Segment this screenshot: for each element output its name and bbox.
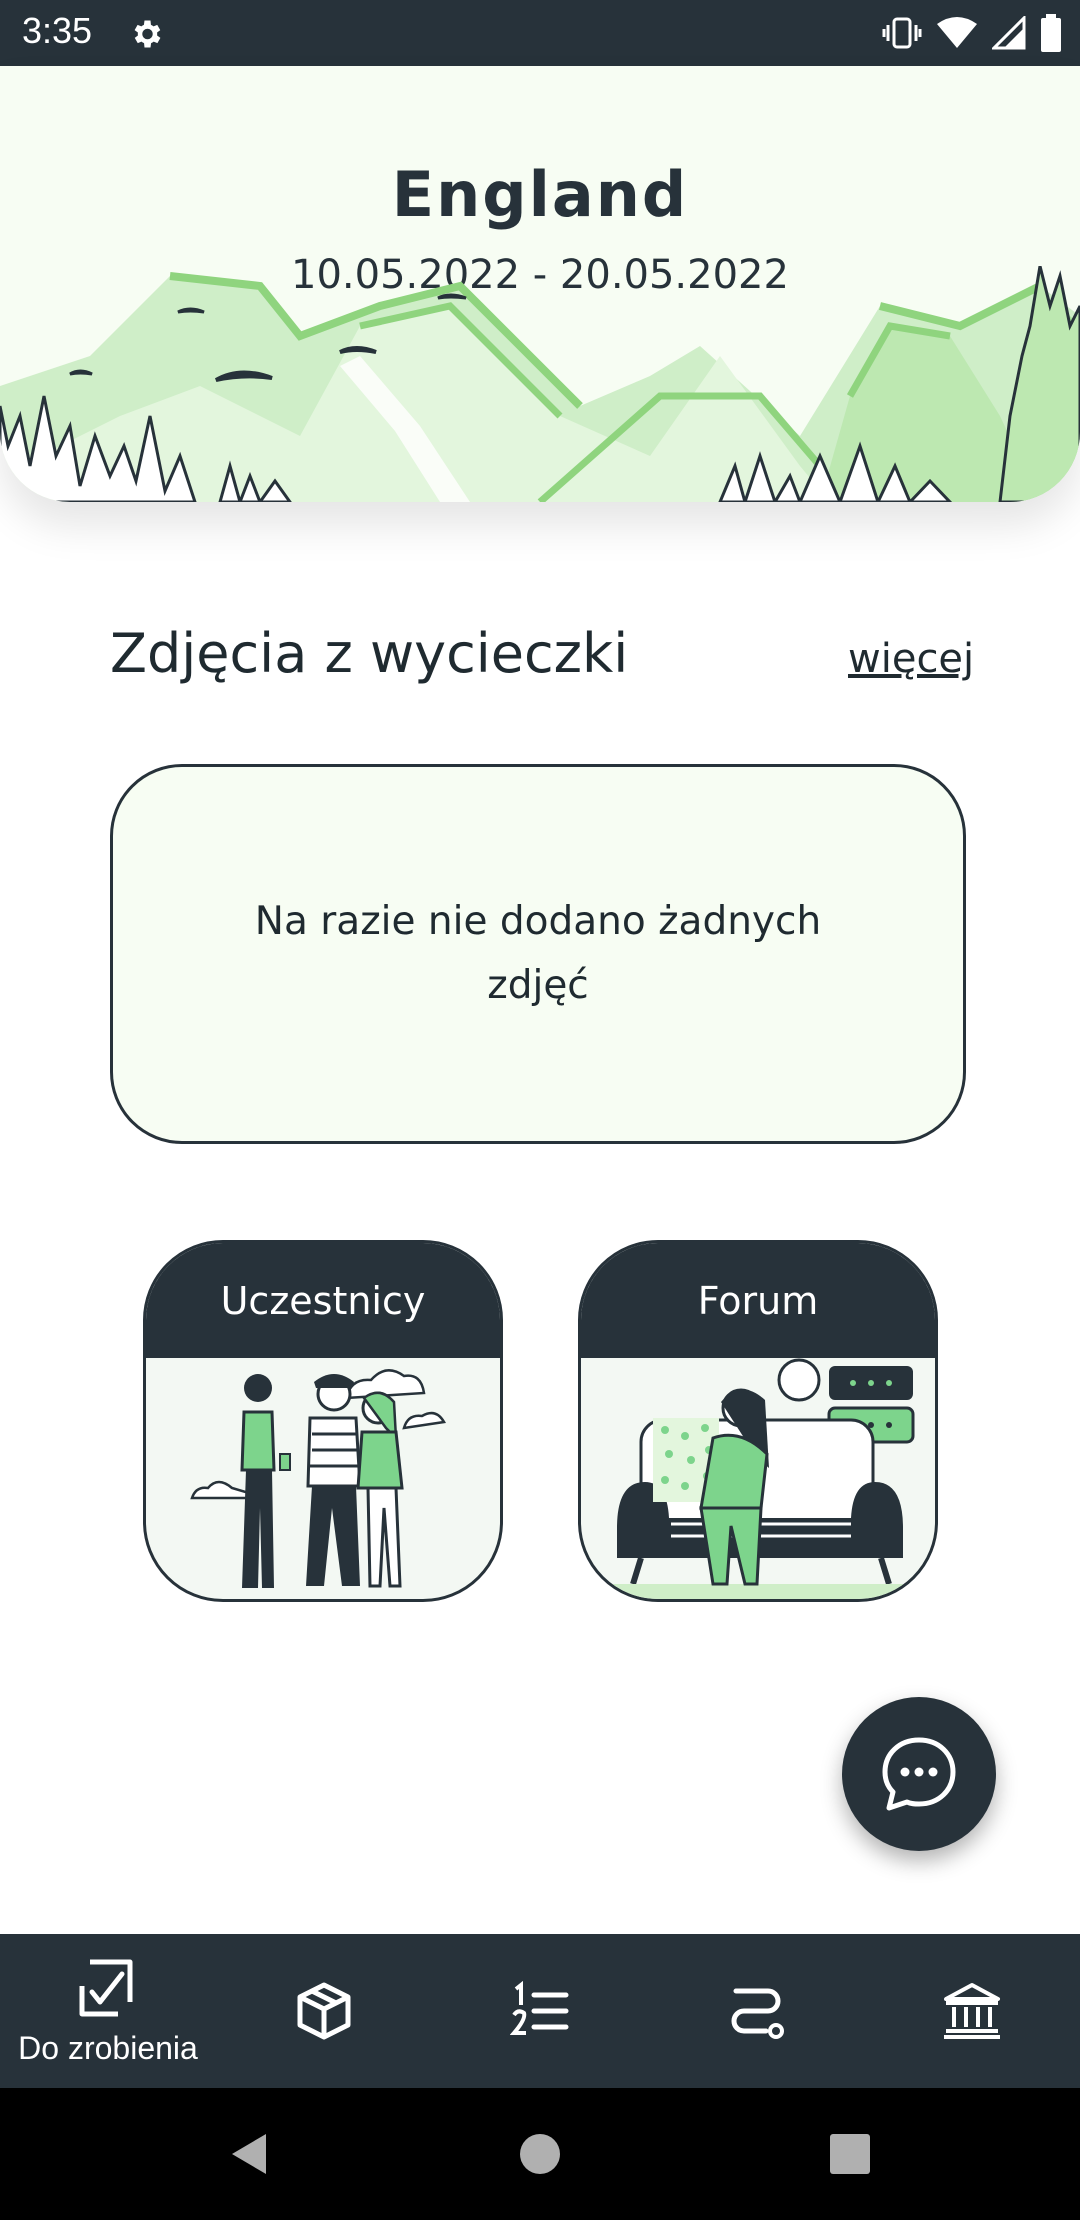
status-time: 3:35 xyxy=(22,10,93,51)
checkbox-icon xyxy=(79,1959,133,2017)
package-icon xyxy=(297,1982,351,2040)
system-back-button[interactable] xyxy=(188,2088,308,2220)
system-home-button[interactable] xyxy=(480,2088,600,2220)
chat-bubble-icon xyxy=(882,1737,956,1811)
nav-item-plan[interactable] xyxy=(432,1934,648,2088)
chat-fab-button[interactable] xyxy=(842,1697,996,1851)
status-bar: 3:35 xyxy=(0,0,1080,66)
nav-item-todo[interactable]: Do zrobienia xyxy=(0,1934,216,2088)
people-illustration xyxy=(190,1369,446,1588)
home-circle-icon xyxy=(520,2134,560,2174)
forum-illustration xyxy=(611,1358,915,1599)
nav-item-route[interactable] xyxy=(648,1934,864,2088)
numbered-list-icon xyxy=(510,1981,569,2035)
nav-item-packing[interactable] xyxy=(216,1934,432,2088)
nav-item-todo-label: Do zrobienia xyxy=(18,2030,198,2066)
route-icon xyxy=(731,1988,784,2039)
recents-square-icon xyxy=(830,2134,870,2174)
trip-title: England xyxy=(391,158,689,231)
bottom-navigation: Do zrobienia xyxy=(0,1934,1080,2088)
photos-empty-box[interactable]: Na razie nie dodano żadnych zdjęć xyxy=(110,764,966,1144)
photos-empty-message: Na razie nie dodano żadnych zdjęć xyxy=(254,899,822,1008)
photos-section-title: Zdjęcia z wycieczki xyxy=(110,622,629,685)
vibrate-icon xyxy=(882,17,922,49)
trip-header: England 10.05.2022 - 20.05.2022 xyxy=(0,66,1080,502)
system-navigation-bar xyxy=(0,2088,1080,2220)
back-triangle-icon xyxy=(232,2134,266,2174)
forum-card-label: Forum xyxy=(581,1243,935,1358)
settings-gear-icon xyxy=(134,20,161,48)
more-photos-link[interactable]: więcej xyxy=(848,636,974,682)
participants-card[interactable]: Uczestnicy xyxy=(143,1240,503,1602)
wifi-icon xyxy=(937,17,977,48)
nav-item-attractions[interactable] xyxy=(864,1934,1080,2088)
forum-card[interactable]: Forum xyxy=(578,1240,938,1602)
mountain-landscape-illustration xyxy=(0,266,1080,502)
bank-icon xyxy=(944,1983,1000,2039)
cellular-signal-icon xyxy=(992,16,1026,50)
participants-card-label: Uczestnicy xyxy=(146,1243,500,1358)
system-recents-button[interactable] xyxy=(790,2088,910,2220)
battery-icon xyxy=(1041,14,1061,52)
